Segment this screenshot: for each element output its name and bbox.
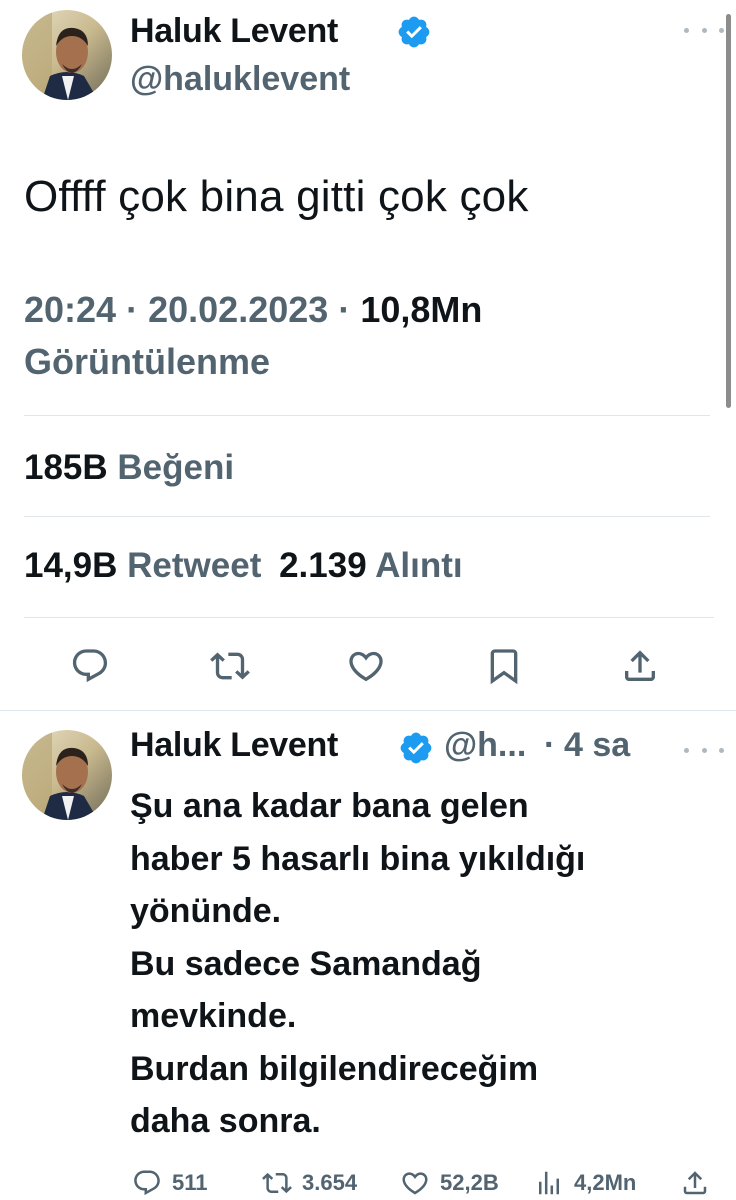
retweets-stat[interactable]: 14,9B Retweet [24,546,271,585]
reply-text: Şu ana kadar bana gelen haber 5 hasarlı … [130,780,690,1148]
reply-text-line: daha sonra. [130,1102,321,1140]
quotes-label: Alıntı [375,546,463,585]
likes-count: 185B [24,448,108,487]
like-count: 52,2B [440,1170,499,1195]
reply-icon [134,1170,160,1196]
author-handle[interactable]: @haluklevent [130,60,350,99]
reply-author-name[interactable]: Haluk Levent [130,726,338,765]
retweets-count: 14,9B [24,546,118,585]
author-name[interactable]: Haluk Levent [130,12,338,51]
reply-author-handle[interactable]: @h... [444,726,526,765]
reply-views-action[interactable]: 4,2Mn [534,1168,636,1198]
reply-text-line: mevkinde. [130,997,297,1035]
reply-text-line: Şu ana kadar bana gelen [130,787,529,825]
retweets-label: Retweet [127,546,262,585]
verified-badge-icon [398,16,430,48]
reply-text-line: haber 5 hasarlı bina yıkıldığı [130,839,586,878]
reply-separator: · [544,726,556,764]
reply-time[interactable]: 4 sa [564,726,630,765]
reply-text-line: Burdan bilgilendireceğim [130,1049,539,1088]
reply-text-line: Bu sadece Samandağ [130,944,482,983]
reply-more-options-icon[interactable] [684,740,724,760]
divider [24,516,710,517]
views-count: 10,8Mn [360,289,483,330]
reply-author-avatar[interactable] [22,730,112,820]
quotes-stat[interactable]: 2.139 Alıntı [279,546,463,585]
views-icon [539,1171,559,1195]
reply-text-line: yönünde. [130,892,282,930]
verified-badge-icon [400,732,432,764]
tweet-text: Offff çok bina gitti çok çok [24,172,529,221]
section-divider [0,710,736,711]
views-count-reply: 4,2Mn [574,1170,637,1195]
author-avatar[interactable] [22,10,112,100]
like-icon [402,1172,428,1195]
share-icon[interactable] [620,646,660,686]
reply-likes-action[interactable]: 52,2B [400,1168,499,1198]
tweet-meta: 20:24 · 20.02.2023 · 10,8Mn Görüntülenme [24,289,483,382]
tweet-time[interactable]: 20:24 [24,289,116,330]
like-icon[interactable] [346,646,386,686]
retweet-quote-stats: 14,9B Retweet 2.139 Alıntı [24,546,463,586]
more-options-icon[interactable] [684,20,724,40]
likes-label: Beğeni [117,448,235,487]
scrollbar[interactable] [726,14,731,408]
divider [24,415,710,416]
retweet-icon[interactable] [210,646,250,686]
tweet-date[interactable]: 20.02.2023 [148,289,328,330]
reply-icon[interactable] [70,646,110,686]
retweet-icon [262,1172,292,1194]
quotes-count: 2.139 [279,546,367,585]
bookmark-icon[interactable] [484,646,524,686]
reply-retweets-action[interactable]: 3.654 [262,1168,357,1198]
reply-count: 511 [172,1170,208,1195]
reply-share-action[interactable] [680,1168,720,1198]
views-label: Görüntülenme [24,341,271,382]
reply-replies-action[interactable]: 511 [132,1168,208,1198]
retweet-count: 3.654 [302,1170,358,1195]
share-icon [683,1171,707,1195]
divider [24,617,714,618]
likes-stat[interactable]: 185B Beğeni [24,448,234,488]
